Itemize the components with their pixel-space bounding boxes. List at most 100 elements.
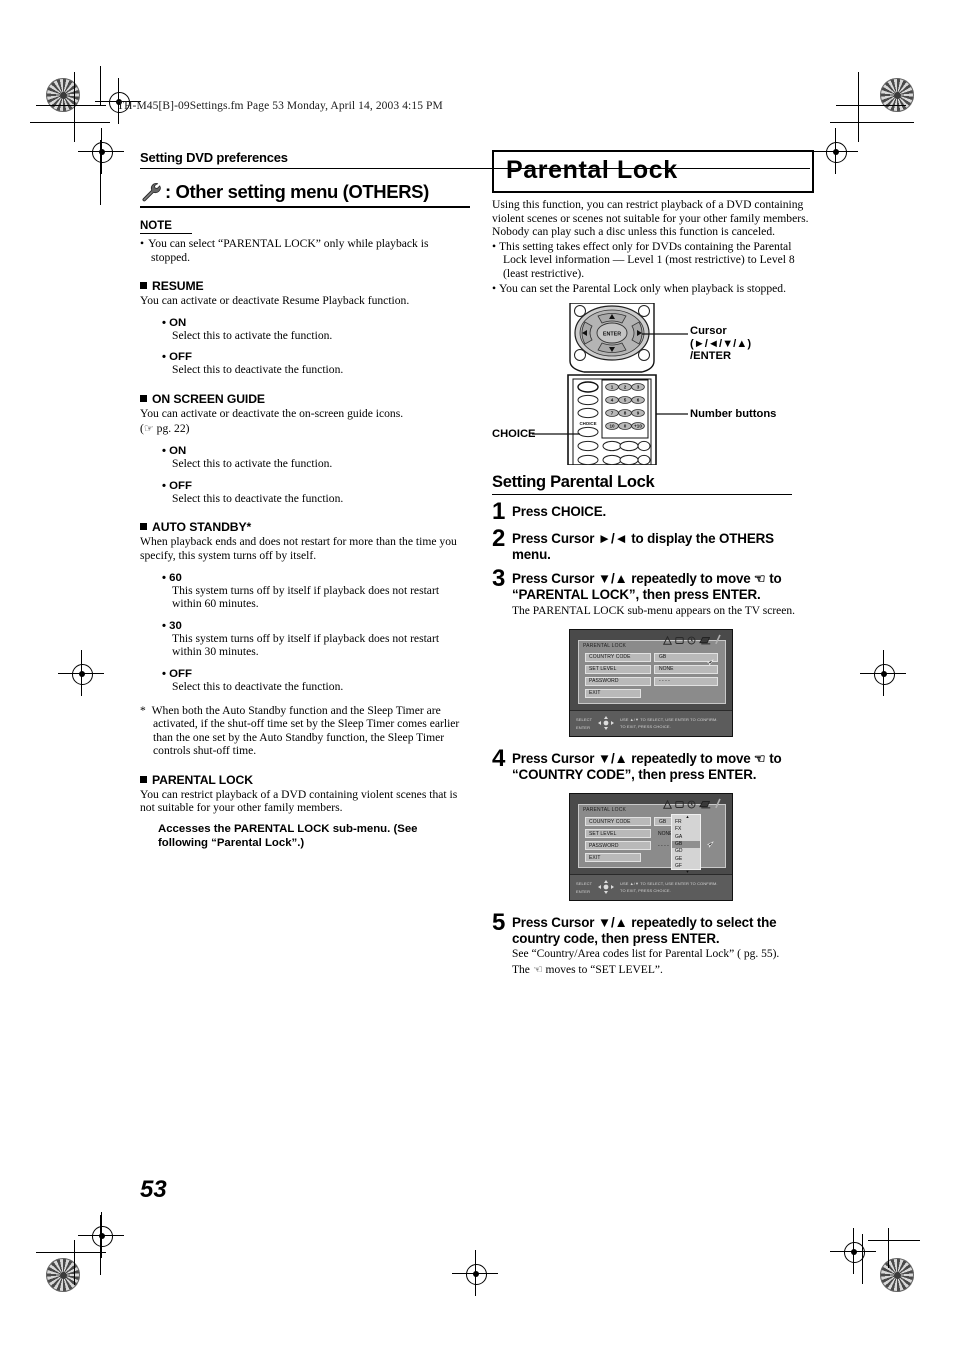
bullet-square-icon (140, 394, 147, 402)
subhead-auto-standby-label: AUTO STANDBY* (152, 520, 252, 535)
osd-screen-1: PARENTAL LOCK COUNTRY CODE GB SET LEVEL … (569, 628, 733, 737)
parental-lock-bullet-1-text: This setting takes effect only for DVDs … (498, 239, 795, 280)
option-standby-30: • 30 (162, 619, 182, 632)
osd-2-icon-row (663, 798, 722, 809)
step-3-number: 3 (492, 565, 506, 593)
others-wrench-icon-selected (715, 634, 721, 645)
callout-cursor-line3: /ENTER (690, 350, 732, 363)
angle-clock-icon (687, 636, 696, 645)
osd-1-row-password[interactable]: PASSWORD - - - - (585, 676, 718, 686)
procedure-rule (492, 494, 792, 496)
step-4-text: Press Cursor ▼/▲ repeatedly to move ☞ to… (512, 749, 810, 782)
parental-lock-bullet-2-text: You can set the Parental Lock only when … (498, 281, 786, 295)
angle-clock-icon (687, 800, 696, 809)
resume-intro: You can activate or deactivate Resume Pl… (140, 294, 410, 308)
osd-2-row-level[interactable]: SET LEVEL NONE (585, 829, 676, 839)
osd-1-panel: PARENTAL LOCK COUNTRY CODE GB SET LEVEL … (578, 634, 726, 704)
osd-1-row-country[interactable]: COUNTRY CODE GB (585, 652, 718, 662)
subhead-parental-lock: PARENTAL LOCK (140, 773, 470, 787)
dropdown-option-1[interactable]: FX (672, 826, 700, 833)
dropdown-option-2[interactable]: GA (672, 834, 700, 841)
bullet-square-icon (140, 775, 147, 783)
subhead-auto-standby: AUTO STANDBY* (140, 520, 470, 534)
note-bullet: • You can select “PARENTAL LOCK” only whi… (140, 237, 429, 264)
osd-2-dpad-icon (598, 880, 614, 895)
option-osg-on: • ON (162, 445, 187, 458)
osd-2-hint-select: SELECT (576, 881, 593, 887)
wrench-icon-svg (142, 183, 161, 202)
osd-screen-2: PARENTAL LOCK COUNTRY CODE GB SET LEVEL … (569, 793, 733, 902)
step-5-number: 5 (492, 909, 506, 937)
subhead-resume-label: RESUME (152, 279, 204, 294)
svg-text:0: 0 (624, 424, 627, 429)
osd-2-row-password[interactable]: PASSWORD - - - - (585, 841, 676, 851)
svg-text:5: 5 (624, 398, 627, 403)
option-osg-off-label: OFF (169, 479, 192, 492)
left-column: Setting DVD preferences : Other setting … (140, 150, 810, 850)
parental-lock-intro-paragraph: Using this function, you can restrict pl… (492, 198, 809, 239)
auto-standby-footnote-text: When both the Auto Standby function and … (151, 703, 460, 758)
step-5-sub-2-b: moves to “SET LEVEL”. (542, 963, 663, 976)
osd-1-dpad-icon (598, 715, 614, 730)
remote-control-svg: ENTER CHOICE 1 2 3 4 5 6 7 8 9 10 0 +10 (532, 302, 688, 466)
svg-text:3: 3 (637, 385, 640, 390)
step-5: 5 Press Cursor ▼/▲ repeatedly to select … (492, 909, 810, 977)
parental-lock-title-box: Parental Lock (492, 150, 814, 193)
osd-1-icon-row (663, 634, 722, 645)
option-osg-on-label: ON (169, 445, 187, 458)
step-1-number: 1 (492, 498, 506, 526)
picture-icon (699, 801, 711, 809)
osg-intro: You can activate or deactivate the on-sc… (140, 406, 404, 420)
option-resume-on-desc: Select this to activate the function. (172, 328, 333, 342)
osd-2-key-exit: EXIT (585, 853, 641, 863)
picture-icon (699, 637, 711, 645)
osd-pointer-icon: ☞ (754, 750, 766, 766)
osd-2-hint-line2: TO EXIT, PRESS CHOICE. (620, 888, 671, 894)
osd-1-title: PARENTAL LOCK (583, 642, 627, 649)
subhead-osg-label: ON SCREEN GUIDE (152, 391, 265, 406)
dropdown-option-0[interactable]: FR (672, 819, 700, 826)
subtitle-screen-icon (675, 636, 684, 644)
step-5-sub-2: The ☞ moves to “SET LEVEL”. (512, 964, 810, 977)
section-rule (140, 206, 470, 208)
osd-2-key-country: COUNTRY CODE (585, 817, 651, 827)
step-5-sub-2-a: The (512, 963, 533, 976)
dropdown-option-5[interactable]: GE (672, 856, 700, 863)
osd-2-pointer-icon (707, 841, 714, 848)
svg-text:2: 2 (624, 385, 627, 390)
osd-2-row-exit[interactable]: EXIT (585, 853, 641, 863)
dropdown-option-3-selected[interactable]: GB (672, 841, 700, 849)
callout-cursor-line2: (►/◄/▼/▲) (690, 337, 752, 350)
page-title: Parental Lock (506, 156, 678, 184)
osd-1-hint-select: SELECT (576, 716, 593, 722)
option-osg-off-desc: Select this to deactivate the function. (172, 491, 344, 505)
note-bullet-text: You can select “PARENTAL LOCK” only whil… (148, 237, 429, 264)
osd-1-key-level: SET LEVEL (585, 664, 651, 674)
osd-1-pointer-icon (707, 659, 714, 666)
osd-1-row-exit[interactable]: EXIT (585, 688, 641, 698)
step-3-text: Press Cursor ▼/▲ repeatedly to move ☞ to… (512, 569, 810, 618)
note-label: NOTE (140, 220, 192, 234)
svg-text:+10: +10 (634, 424, 642, 429)
dropdown-option-4[interactable]: GD (672, 848, 700, 855)
step-5-text-main: Press Cursor ▼/▲ repeatedly to select th… (512, 915, 777, 946)
svg-text:6: 6 (637, 398, 640, 403)
option-osg-on-desc: Select this to activate the function. (172, 457, 333, 471)
osd-1-key-country: COUNTRY CODE (585, 652, 651, 662)
osd-2-hint-line1: USE ▲/▼ TO SELECT, USE ENTER TO CONFIRM. (620, 881, 718, 887)
subhead-resume: RESUME (140, 279, 470, 293)
osd-1-hint-enter: ENTER (576, 724, 591, 730)
osd-1-key-password: PASSWORD (585, 676, 651, 686)
others-wrench-icon-selected (715, 798, 721, 809)
svg-text:CHOICE: CHOICE (579, 421, 596, 426)
audio-icon (663, 635, 672, 645)
auto-standby-footnote: * When both the Auto Standby function an… (140, 703, 460, 758)
subhead-on-screen-guide: ON SCREEN GUIDE (140, 392, 470, 406)
country-code-dropdown[interactable]: ▲ FR FX GA GB GD GE GF ▼ (671, 814, 701, 874)
osd-2-row-country[interactable]: COUNTRY CODE GB (585, 817, 676, 827)
callout-number-buttons: Number buttons (690, 408, 777, 421)
option-resume-on: • ON (162, 316, 187, 329)
osd-1-row-level[interactable]: SET LEVEL NONE (585, 664, 718, 674)
option-osg-off: • OFF (162, 479, 192, 492)
osd-1-hint-line2: TO EXIT, PRESS CHOICE. (620, 723, 671, 729)
